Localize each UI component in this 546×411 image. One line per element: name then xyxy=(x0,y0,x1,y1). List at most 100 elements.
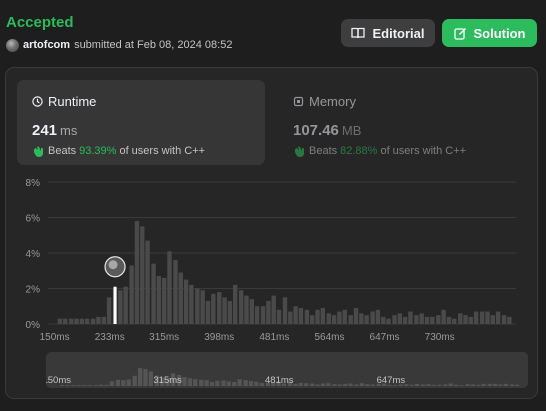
edit-icon xyxy=(453,27,466,40)
histogram-bar xyxy=(145,240,150,324)
histogram-bar xyxy=(430,316,435,324)
histogram-bar xyxy=(364,315,369,324)
runtime-beats-suffix: of users with C++ xyxy=(119,145,206,157)
x-tick-label: 233ms xyxy=(95,332,125,343)
memory-panel[interactable]: Memory 107.46 MB Beats 82.88% of users wi… xyxy=(278,80,526,165)
memory-beats-label: Beats xyxy=(309,145,338,157)
navigator-bar xyxy=(326,383,331,386)
navigator-bar xyxy=(254,381,259,386)
navigator-bar xyxy=(421,384,426,386)
navigator-tick-label: 315ms xyxy=(153,375,182,386)
histogram-bar xyxy=(424,316,430,324)
runtime-value-row: 241 ms xyxy=(32,122,250,140)
navigator-bar xyxy=(204,380,209,386)
histogram-bar xyxy=(452,318,457,324)
username-link[interactable]: artofcom xyxy=(23,39,70,51)
histogram-bar xyxy=(485,311,490,324)
navigator-bar xyxy=(71,385,76,386)
histogram-bar xyxy=(271,295,276,324)
histogram-bar xyxy=(288,311,293,324)
histogram-bar xyxy=(353,308,359,324)
histogram-bar xyxy=(473,311,479,324)
navigator-bar xyxy=(304,383,309,386)
navigator-bar xyxy=(248,381,254,386)
navigator-bar xyxy=(243,380,248,386)
navigator-bar xyxy=(443,384,448,386)
histogram-bar xyxy=(458,313,463,324)
range-navigator[interactable]: 150ms 315ms 481ms 647ms xyxy=(46,352,528,388)
histogram-bar xyxy=(156,276,162,324)
navigator-bar xyxy=(182,377,187,386)
runtime-unit: ms xyxy=(60,123,78,138)
histogram-bar xyxy=(326,313,331,324)
histogram-bar xyxy=(183,279,189,324)
navigator-bar xyxy=(503,383,508,386)
navigator-bar xyxy=(87,385,92,386)
navigator-bar xyxy=(143,369,148,386)
navigator-bar xyxy=(470,384,476,386)
histogram-bar xyxy=(90,318,96,324)
runtime-distribution-chart[interactable]: 0% 2% 4% 6% 8% 150ms 233ms 315ms 398ms 481ms 564ms… xyxy=(6,172,539,346)
user-avatar[interactable] xyxy=(6,38,19,52)
solution-button[interactable]: Solution xyxy=(442,19,537,47)
histogram-bar xyxy=(310,315,315,324)
histogram-bar xyxy=(441,309,446,324)
histogram-bar xyxy=(205,300,211,324)
histogram-bar xyxy=(298,308,304,324)
navigator-bar xyxy=(82,385,87,386)
navigator-bar xyxy=(487,383,492,386)
navigator-bar xyxy=(187,378,192,386)
navigator-bar xyxy=(98,384,104,386)
histogram-bar xyxy=(490,315,495,324)
histogram-bar xyxy=(211,293,216,324)
navigator-bar xyxy=(148,371,153,386)
runtime-title-text: Runtime xyxy=(48,93,97,109)
runtime-beats: Beats 93.39% of users with C++ xyxy=(32,144,250,158)
navigator-bar xyxy=(465,384,470,386)
runtime-panel[interactable]: Runtime 241 ms Beats 93.39% of users with… xyxy=(17,80,265,165)
histogram-bar xyxy=(227,300,233,324)
histogram-bar xyxy=(140,226,145,324)
navigator-bar xyxy=(232,381,237,386)
y-tick-label: 2% xyxy=(26,285,41,296)
histogram-bar xyxy=(134,221,140,324)
histogram-bar xyxy=(79,318,85,324)
histogram-bar xyxy=(348,315,353,324)
navigator-bar xyxy=(492,383,498,386)
navigator-bar xyxy=(337,384,342,386)
navigator-bar xyxy=(509,384,515,386)
histogram-bar xyxy=(266,300,271,324)
submission-avatar-face xyxy=(108,260,118,270)
histogram-bar xyxy=(436,315,441,324)
runtime-beats-pct: 93.39% xyxy=(79,145,117,157)
navigator-bar xyxy=(359,383,365,386)
navigator-bar xyxy=(459,385,464,386)
histogram-bar xyxy=(233,284,238,324)
navigator-bar xyxy=(343,383,348,386)
histogram-bar xyxy=(69,318,74,324)
navigator-bar xyxy=(310,383,315,386)
navigator-bar xyxy=(226,381,231,386)
navigator-bar xyxy=(370,384,375,386)
chip-icon xyxy=(293,96,304,106)
x-tick-label: 150ms xyxy=(40,332,70,343)
memory-value-row: 107.46 MB xyxy=(293,122,511,140)
runtime-beats-label: Beats xyxy=(48,145,77,157)
histogram-bar xyxy=(101,316,106,324)
navigator-bar xyxy=(209,381,215,386)
navigator-bar xyxy=(215,380,220,386)
navigator-bar xyxy=(315,384,320,386)
x-tick-label: 730ms xyxy=(425,332,455,343)
navigator-bar xyxy=(104,384,109,386)
histogram-bar xyxy=(282,297,288,324)
navigator-bar xyxy=(320,383,326,386)
navigator-tick-label: 150ms xyxy=(46,375,71,386)
histogram-bar xyxy=(381,316,386,324)
navigator-bar xyxy=(426,384,431,386)
navigator-bar xyxy=(93,385,98,386)
navigator-bar xyxy=(76,385,82,386)
histogram-bar xyxy=(370,311,375,324)
editorial-button[interactable]: Editorial xyxy=(341,19,435,47)
histogram-bar xyxy=(276,309,282,324)
navigator-bar xyxy=(137,368,143,386)
